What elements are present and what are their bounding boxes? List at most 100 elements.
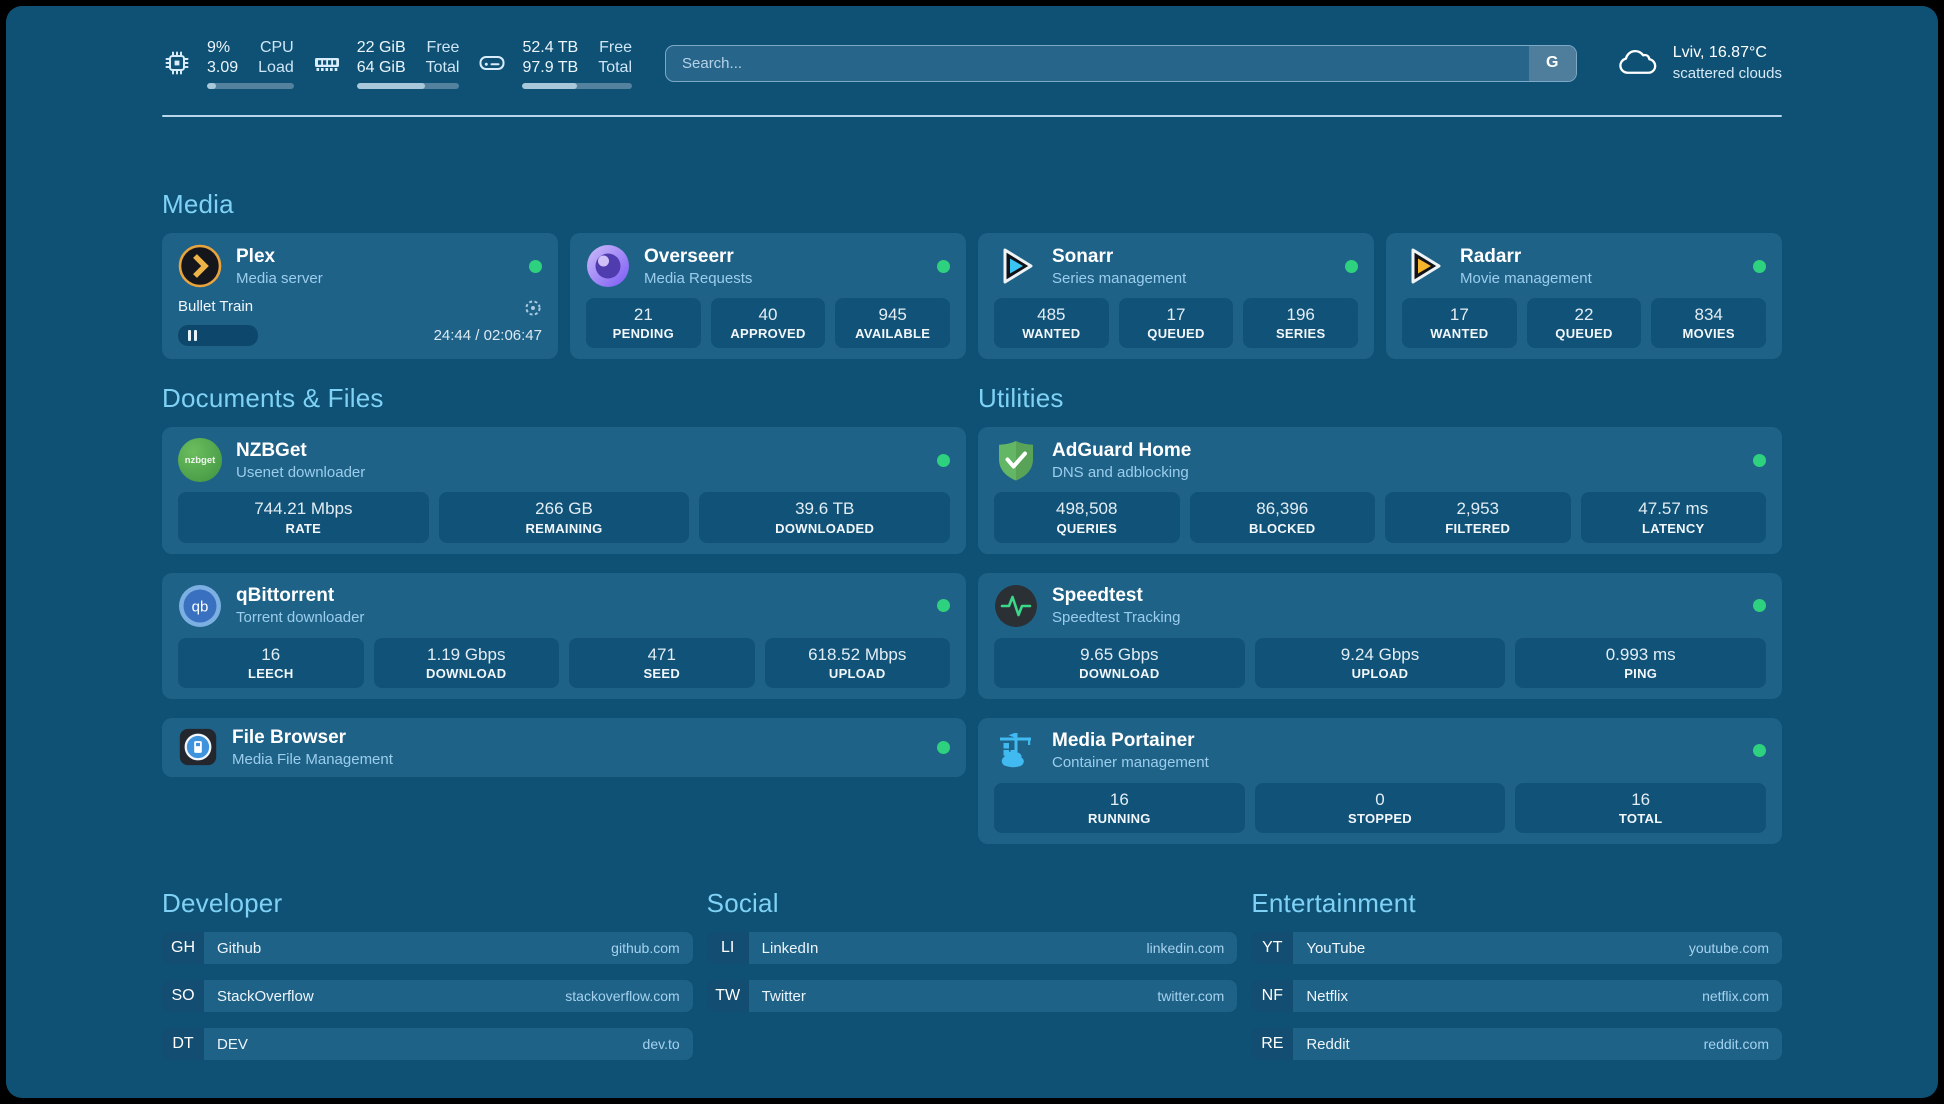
- bookmark-name: Netflix: [1306, 988, 1348, 1005]
- memory-resource-widget: 22 GiB 64 GiB Free Total: [312, 38, 460, 89]
- cpu-progress-bar: [207, 83, 294, 89]
- card-subtitle: Media server: [236, 270, 515, 288]
- bookmark-linkedin[interactable]: LI LinkedIn linkedin.com: [707, 932, 1238, 964]
- bookmark-abbr: YT: [1251, 932, 1293, 964]
- memory-free-value: 22 GiB: [357, 38, 406, 58]
- card-title: Sonarr: [1052, 245, 1331, 268]
- sonarr-card[interactable]: Sonarr Series management 485 WANTED 17 Q…: [978, 233, 1374, 359]
- stat-filtered: 2,953 FILTERED: [1385, 492, 1571, 542]
- bookmark-url: linkedin.com: [1147, 940, 1225, 956]
- stat-upload: 618.52 Mbps UPLOAD: [765, 638, 951, 688]
- plex-card[interactable]: Plex Media server Bullet Train: [162, 233, 558, 359]
- radarr-card[interactable]: Radarr Movie management 17 WANTED 22 QUE…: [1386, 233, 1782, 359]
- cpu-progress-fill: [207, 83, 216, 89]
- stat-label: PING: [1519, 666, 1762, 683]
- stat-series: 196 SERIES: [1243, 298, 1358, 348]
- search-input[interactable]: [665, 45, 1577, 82]
- documents-section-heading: Documents & Files: [162, 383, 966, 414]
- status-dot: [1753, 260, 1766, 273]
- free-label: Free: [599, 38, 632, 58]
- bookmark-youtube[interactable]: YT YouTube youtube.com: [1251, 932, 1782, 964]
- card-subtitle: DNS and adblocking: [1052, 464, 1739, 482]
- memory-values: 22 GiB 64 GiB: [357, 38, 406, 79]
- bookmark-netflix[interactable]: NF Netflix netflix.com: [1251, 980, 1782, 1012]
- stat-label: QUEUED: [1123, 326, 1230, 343]
- pause-indicator: [178, 325, 258, 346]
- card-title: Radarr: [1460, 245, 1739, 268]
- disk-total-value: 97.9 TB: [522, 58, 578, 78]
- stat-label: UPLOAD: [1259, 666, 1502, 683]
- bookmark-github[interactable]: GH Github github.com: [162, 932, 693, 964]
- card-title: Overseerr: [644, 245, 923, 268]
- bookmark-reddit[interactable]: RE Reddit reddit.com: [1251, 1028, 1782, 1060]
- stat-value: 618.52 Mbps: [769, 644, 947, 665]
- stat-total: 16 TOTAL: [1515, 783, 1766, 833]
- card-subtitle: Movie management: [1460, 270, 1739, 288]
- stat-label: REMAINING: [443, 521, 686, 538]
- weather-condition: scattered clouds: [1673, 64, 1782, 84]
- adguard-card[interactable]: AdGuard Home DNS and adblocking 498,508 …: [978, 427, 1782, 553]
- portainer-icon: [994, 729, 1038, 773]
- stat-running: 16 RUNNING: [994, 783, 1245, 833]
- topbar-divider: [162, 115, 1782, 117]
- stat-value: 1.19 Gbps: [378, 644, 556, 665]
- cpu-load-value: 3.09: [207, 58, 238, 78]
- disk-values: 52.4 TB 97.9 TB: [522, 38, 578, 79]
- stat-approved: 40 APPROVED: [711, 298, 826, 348]
- plex-icon: [178, 244, 222, 288]
- bookmark-abbr: SO: [162, 980, 204, 1012]
- filebrowser-card[interactable]: File Browser Media File Management: [162, 718, 966, 777]
- stat-label: UPLOAD: [769, 666, 947, 683]
- stat-upload: 9.24 Gbps UPLOAD: [1255, 638, 1506, 688]
- status-dot: [1753, 744, 1766, 757]
- filebrowser-icon: [178, 727, 218, 767]
- stat-value: 2,953: [1389, 498, 1567, 519]
- stat-wanted: 485 WANTED: [994, 298, 1109, 348]
- bookmark-stackoverflow[interactable]: SO StackOverflow stackoverflow.com: [162, 980, 693, 1012]
- stat-movies: 834 MOVIES: [1651, 298, 1766, 348]
- bookmark-dev[interactable]: DT DEV dev.to: [162, 1028, 693, 1060]
- stat-rate: 744.21 Mbps RATE: [178, 492, 429, 542]
- stat-label: FILTERED: [1389, 521, 1567, 538]
- bookmarks-entertainment: Entertainment YT YouTube youtube.com NF …: [1251, 888, 1782, 1076]
- stat-value: 945: [839, 304, 946, 325]
- nzbget-card[interactable]: nzbget NZBGet Usenet downloader 744.21 M…: [162, 427, 966, 553]
- disk-resource-widget: 52.4 TB 97.9 TB Free Total: [477, 38, 632, 89]
- search-provider-button[interactable]: G: [1529, 46, 1576, 81]
- total-label: Total: [426, 58, 460, 78]
- stat-value: 471: [573, 644, 751, 665]
- now-playing-widget: Bullet Train 24:44 / 02:06:47: [178, 298, 542, 347]
- memory-total-value: 64 GiB: [357, 58, 406, 78]
- status-dot: [937, 599, 950, 612]
- status-dot: [1753, 454, 1766, 467]
- disk-progress-fill: [522, 83, 577, 89]
- card-title: qBittorrent: [236, 584, 923, 607]
- qbittorrent-card[interactable]: qb qBittorrent Torrent downloader 16 LEE…: [162, 573, 966, 699]
- card-title: Speedtest: [1052, 584, 1739, 607]
- sonarr-icon: [994, 244, 1038, 288]
- portainer-card[interactable]: Media Portainer Container management 16 …: [978, 718, 1782, 844]
- status-dot: [1753, 599, 1766, 612]
- load-label: Load: [258, 58, 294, 78]
- stat-stopped: 0 STOPPED: [1255, 783, 1506, 833]
- bookmark-abbr: DT: [162, 1028, 204, 1060]
- now-playing-title: Bullet Train: [178, 298, 253, 317]
- card-subtitle: Usenet downloader: [236, 464, 923, 482]
- disk-labels: Free Total: [598, 38, 632, 79]
- bookmark-abbr: GH: [162, 932, 204, 964]
- stat-value: 744.21 Mbps: [182, 498, 425, 519]
- bookmarks-social: Social LI LinkedIn linkedin.com TW Twitt…: [707, 888, 1238, 1076]
- stat-value: 16: [998, 789, 1241, 810]
- overseerr-icon: [586, 244, 630, 288]
- weather-location: Lviv, 16.87°C: [1673, 43, 1782, 64]
- stat-seed: 471 SEED: [569, 638, 755, 688]
- bookmark-abbr: LI: [707, 932, 749, 964]
- media-section: Media Plex Media server: [162, 189, 1782, 359]
- stat-label: APPROVED: [715, 326, 822, 343]
- stat-value: 40: [715, 304, 822, 325]
- bookmark-url: reddit.com: [1704, 1036, 1769, 1052]
- bookmark-twitter[interactable]: TW Twitter twitter.com: [707, 980, 1238, 1012]
- bookmarks-developer: Developer GH Github github.com SO StackO…: [162, 888, 693, 1076]
- speedtest-card[interactable]: Speedtest Speedtest Tracking 9.65 Gbps D…: [978, 573, 1782, 699]
- overseerr-card[interactable]: Overseerr Media Requests 21 PENDING 40 A…: [570, 233, 966, 359]
